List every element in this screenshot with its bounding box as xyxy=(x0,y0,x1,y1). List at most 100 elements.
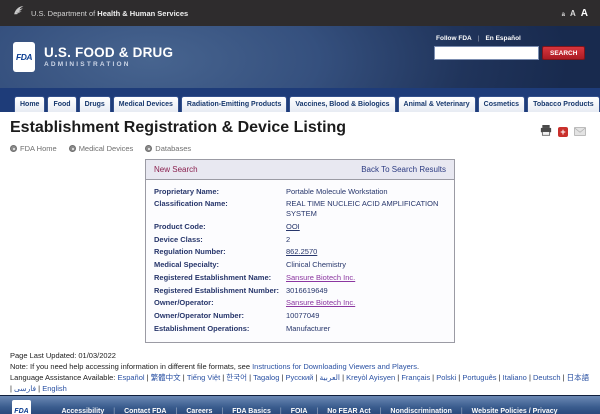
language-item: Deutsch | xyxy=(533,373,567,382)
language-item: Español | xyxy=(117,373,150,382)
language-link[interactable]: العربية xyxy=(320,373,341,382)
follow-fda-link[interactable]: Follow FDA xyxy=(436,35,472,42)
page-info: Page Last Updated: 01/03/2022 Note: If y… xyxy=(10,351,590,395)
hhs-dept-prefix: U.S. Department of xyxy=(31,9,95,18)
language-link[interactable]: English xyxy=(42,384,67,393)
language-item: Português | xyxy=(462,373,502,382)
header-link-separator: | xyxy=(478,35,480,42)
language-link[interactable]: Tiếng Việt xyxy=(187,373,220,382)
detail-value[interactable]: Sansure Biotech Inc. xyxy=(286,298,355,307)
font-size-large-button[interactable]: A xyxy=(581,8,588,19)
language-link[interactable]: 繁體中文 xyxy=(151,373,181,382)
footer-link-item: Contact FDA | xyxy=(124,408,177,414)
language-link[interactable]: Deutsch xyxy=(533,373,561,382)
search-button[interactable]: SEARCH xyxy=(542,46,585,60)
footer-link-separator: | xyxy=(316,408,318,414)
detail-value-cell: Portable Molecule Workstation xyxy=(286,187,446,197)
nav-tab[interactable]: Cosmetics xyxy=(478,96,525,112)
language-item: Tiếng Việt | xyxy=(187,373,226,382)
footer-link[interactable]: FOIA xyxy=(291,408,308,414)
detail-value[interactable]: Sansure Biotech Inc. xyxy=(286,273,355,282)
detail-row: Owner/Operator Number: 10077049 xyxy=(154,310,446,323)
detail-label: Registered Establishment Number: xyxy=(154,286,286,296)
breadcrumb-item[interactable]: FDA Home xyxy=(10,144,57,153)
fda-brand[interactable]: FDA U.S. FOOD & DRUG ADMINISTRATION xyxy=(13,42,173,72)
detail-label: Proprietary Name: xyxy=(154,187,286,197)
detail-value-cell: 2 xyxy=(286,235,446,245)
language-link[interactable]: Tagalog xyxy=(253,373,279,382)
language-link[interactable]: Español xyxy=(117,373,144,382)
font-size-controls: a A A xyxy=(562,8,588,19)
fda-brand-title: U.S. FOOD & DRUG xyxy=(44,46,173,60)
note-prefix: Note: If you need help accessing informa… xyxy=(10,362,252,371)
language-link[interactable]: Português xyxy=(462,373,496,382)
new-search-link[interactable]: New Search xyxy=(154,165,198,174)
detail-value: Portable Molecule Workstation xyxy=(286,187,388,196)
nav-tab[interactable]: Food xyxy=(47,96,76,112)
header-links: Follow FDA | En Español xyxy=(434,35,586,42)
en-espanol-link[interactable]: En Español xyxy=(485,35,520,42)
back-to-search-results-link[interactable]: Back To Search Results xyxy=(361,165,446,174)
nav-tab[interactable]: Vaccines, Blood & Biologics xyxy=(289,96,395,112)
hhs-department-link[interactable]: U.S. Department of Health & Human Servic… xyxy=(31,9,188,18)
language-link[interactable]: Русский xyxy=(286,373,314,382)
language-link[interactable]: Kreyòl Ayisyen xyxy=(346,373,395,382)
detail-value[interactable]: OOI xyxy=(286,222,300,231)
footer-link-separator: | xyxy=(461,408,463,414)
footer-link[interactable]: Website Policies / Privacy xyxy=(472,408,558,414)
detail-row: Regulation Number: 862.2570 xyxy=(154,246,446,259)
share-plus-icon[interactable]: + xyxy=(558,127,568,137)
breadcrumb-item[interactable]: Medical Devices xyxy=(69,144,134,153)
breadcrumb-item[interactable]: Databases xyxy=(145,144,191,153)
detail-label: Owner/Operator Number: xyxy=(154,311,286,321)
footer-link-separator: | xyxy=(175,408,177,414)
printer-icon[interactable] xyxy=(540,123,552,141)
footer-link[interactable]: Careers xyxy=(186,408,212,414)
language-link[interactable]: 한국어 xyxy=(226,373,247,382)
font-size-small-button[interactable]: a xyxy=(562,12,565,18)
note-suffix: . xyxy=(417,362,419,371)
card-header: New Search Back To Search Results xyxy=(146,160,454,180)
doc-actions: + xyxy=(540,123,586,141)
language-link[interactable]: Polski xyxy=(436,373,456,382)
detail-value-cell: Clinical Chemistry xyxy=(286,260,446,270)
search-input[interactable] xyxy=(434,46,539,60)
footer-link[interactable]: Contact FDA xyxy=(124,408,166,414)
footer-fda-logo[interactable]: FDA xyxy=(12,400,31,414)
detail-label: Registered Establishment Name: xyxy=(154,273,286,283)
language-item: Kreyòl Ayisyen | xyxy=(346,373,401,382)
detail-value-cell: 3016619649 xyxy=(286,286,446,296)
footer-link-item: No FEAR Act | xyxy=(327,408,381,414)
language-link[interactable]: 日本語 xyxy=(567,373,590,382)
nav-tab[interactable]: Radiation-Emitting Products xyxy=(181,96,288,112)
detail-value-cell: Sansure Biotech Inc. xyxy=(286,298,446,308)
language-item: Polski | xyxy=(436,373,462,382)
fda-logo[interactable]: FDA xyxy=(13,42,35,72)
nav-tab[interactable]: Medical Devices xyxy=(113,96,179,112)
footer-link-separator: | xyxy=(221,408,223,414)
footer-link[interactable]: Accessibility xyxy=(61,408,104,414)
footer-link-item: FDA Basics | xyxy=(232,408,281,414)
detail-row: Medical Specialty: Clinical Chemistry xyxy=(154,259,446,272)
nav-tab[interactable]: Animal & Veterinary xyxy=(398,96,476,112)
nav-tab[interactable]: Home xyxy=(14,96,45,112)
downloading-viewers-link[interactable]: Instructions for Downloading Viewers and… xyxy=(252,362,417,371)
footer-link-item: Nondiscrimination | xyxy=(390,408,462,414)
detail-value[interactable]: 862.2570 xyxy=(286,247,317,256)
detail-row: Classification Name: REAL TIME NUCLEIC A… xyxy=(154,198,446,221)
language-item: English | xyxy=(42,384,67,393)
footer-link[interactable]: FDA Basics xyxy=(232,408,271,414)
language-item: Русский | xyxy=(286,373,320,382)
language-link[interactable]: فارسی xyxy=(14,384,36,393)
font-size-medium-button[interactable]: A xyxy=(570,9,576,18)
language-link[interactable]: Italiano xyxy=(503,373,527,382)
footer-link[interactable]: No FEAR Act xyxy=(327,408,370,414)
detail-row: Proprietary Name: Portable Molecule Work… xyxy=(154,185,446,198)
nav-tab[interactable]: Drugs xyxy=(79,96,111,112)
envelope-icon[interactable] xyxy=(574,123,586,141)
footer-link-item: Website Policies / Privacy | xyxy=(472,408,558,414)
fda-brand-subtitle: ADMINISTRATION xyxy=(44,62,173,69)
nav-tab[interactable]: Tobacco Products xyxy=(527,96,600,112)
footer-link[interactable]: Nondiscrimination xyxy=(390,408,451,414)
language-link[interactable]: Français xyxy=(401,373,430,382)
